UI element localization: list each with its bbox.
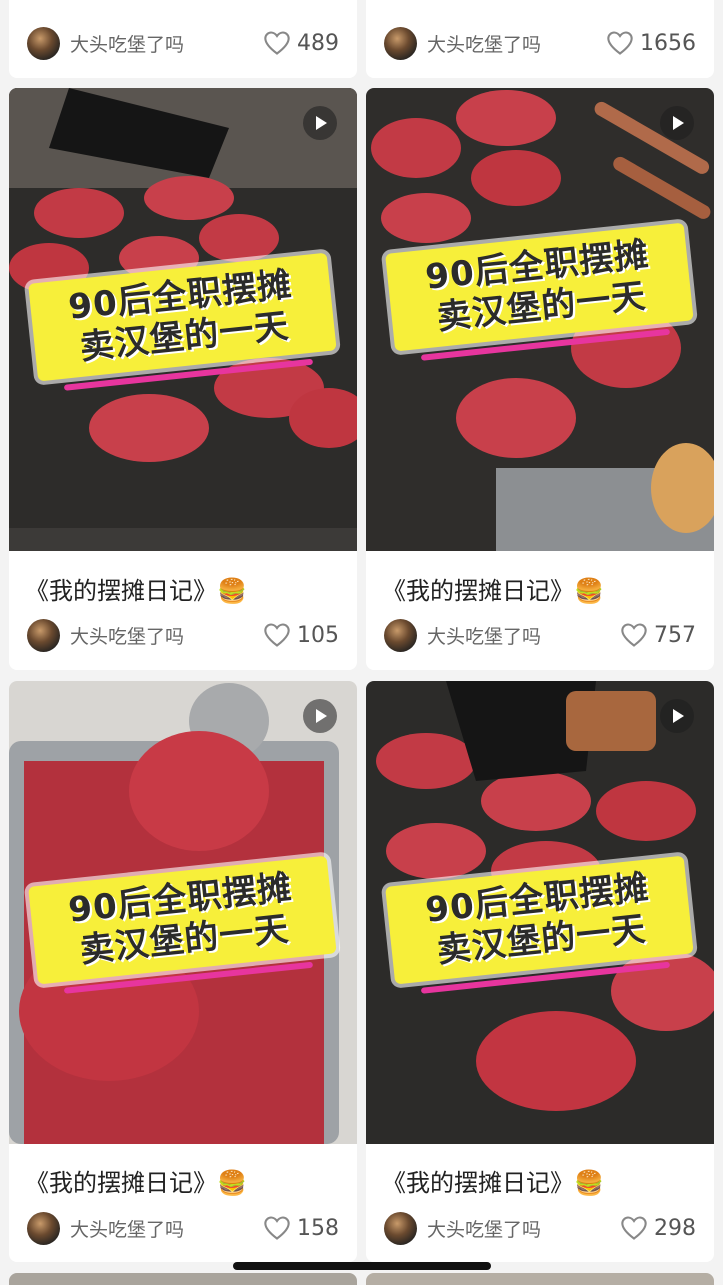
feed-card-top-left[interactable]: 大头吃堡了吗 489 xyxy=(9,0,357,78)
feed-card-top-right[interactable]: 大头吃堡了吗 1656 xyxy=(366,0,714,78)
play-icon xyxy=(660,106,694,140)
feed-card[interactable]: 90后全职摆摊 卖汉堡的一天 《我的摆摊日记》🍔 大头吃堡了吗 105 xyxy=(9,88,357,670)
play-icon xyxy=(660,699,694,733)
avatar[interactable] xyxy=(384,1211,417,1245)
author-name[interactable]: 大头吃堡了吗 xyxy=(70,622,263,649)
card-title[interactable]: 《我的摆摊日记》🍔 xyxy=(382,571,604,606)
like-count: 105 xyxy=(297,622,339,648)
author-name[interactable]: 大头吃堡了吗 xyxy=(427,622,620,649)
like-count: 757 xyxy=(654,622,696,648)
heart-icon xyxy=(264,31,290,55)
like-count: 158 xyxy=(297,1215,339,1241)
author-name[interactable]: 大头吃堡了吗 xyxy=(427,1215,620,1242)
feed-card-next-right[interactable] xyxy=(366,1273,714,1285)
play-icon xyxy=(303,106,337,140)
heart-icon xyxy=(607,31,633,55)
avatar[interactable] xyxy=(384,618,417,652)
play-icon xyxy=(303,699,337,733)
avatar[interactable] xyxy=(384,26,417,60)
video-thumbnail[interactable]: 90后全职摆摊 卖汉堡的一天 xyxy=(366,681,714,1144)
avatar[interactable] xyxy=(27,1211,60,1245)
heart-icon xyxy=(264,1216,290,1240)
feed-card-next-left[interactable] xyxy=(9,1273,357,1285)
card-meta: 大头吃堡了吗 298 xyxy=(384,1211,696,1245)
card-title[interactable]: 《我的摆摊日记》🍔 xyxy=(25,571,247,606)
like-count: 1656 xyxy=(640,30,696,56)
card-meta: 大头吃堡了吗 105 xyxy=(27,618,339,652)
author-name[interactable]: 大头吃堡了吗 xyxy=(70,30,263,57)
video-thumbnail[interactable]: 90后全职摆摊 卖汉堡的一天 xyxy=(9,681,357,1144)
like-button[interactable]: 105 xyxy=(263,622,339,648)
feed-card[interactable]: 90后全职摆摊 卖汉堡的一天 《我的摆摊日记》🍔 大头吃堡了吗 298 xyxy=(366,681,714,1262)
video-thumbnail[interactable]: 90后全职摆摊 卖汉堡的一天 xyxy=(9,88,357,551)
video-thumbnail[interactable]: 90后全职摆摊 卖汉堡的一天 xyxy=(366,88,714,551)
card-meta: 大头吃堡了吗 757 xyxy=(384,618,696,652)
like-button[interactable]: 158 xyxy=(263,1215,339,1241)
heart-icon xyxy=(621,623,647,647)
home-indicator[interactable] xyxy=(233,1262,491,1270)
author-name[interactable]: 大头吃堡了吗 xyxy=(427,30,606,57)
like-button[interactable]: 757 xyxy=(620,622,696,648)
heart-icon xyxy=(264,623,290,647)
author-name[interactable]: 大头吃堡了吗 xyxy=(70,1215,263,1242)
card-title[interactable]: 《我的摆摊日记》🍔 xyxy=(25,1163,247,1198)
avatar[interactable] xyxy=(27,26,60,60)
like-button[interactable]: 1656 xyxy=(606,30,696,56)
card-title[interactable]: 《我的摆摊日记》🍔 xyxy=(382,1163,604,1198)
like-button[interactable]: 298 xyxy=(620,1215,696,1241)
heart-icon xyxy=(621,1216,647,1240)
card-meta: 大头吃堡了吗 489 xyxy=(27,26,339,60)
card-meta: 大头吃堡了吗 1656 xyxy=(384,26,696,60)
card-meta: 大头吃堡了吗 158 xyxy=(27,1211,339,1245)
feed-card[interactable]: 90后全职摆摊 卖汉堡的一天 《我的摆摊日记》🍔 大头吃堡了吗 158 xyxy=(9,681,357,1262)
avatar[interactable] xyxy=(27,618,60,652)
feed-card[interactable]: 90后全职摆摊 卖汉堡的一天 《我的摆摊日记》🍔 大头吃堡了吗 757 xyxy=(366,88,714,670)
like-button[interactable]: 489 xyxy=(263,30,339,56)
like-count: 298 xyxy=(654,1215,696,1241)
like-count: 489 xyxy=(297,30,339,56)
